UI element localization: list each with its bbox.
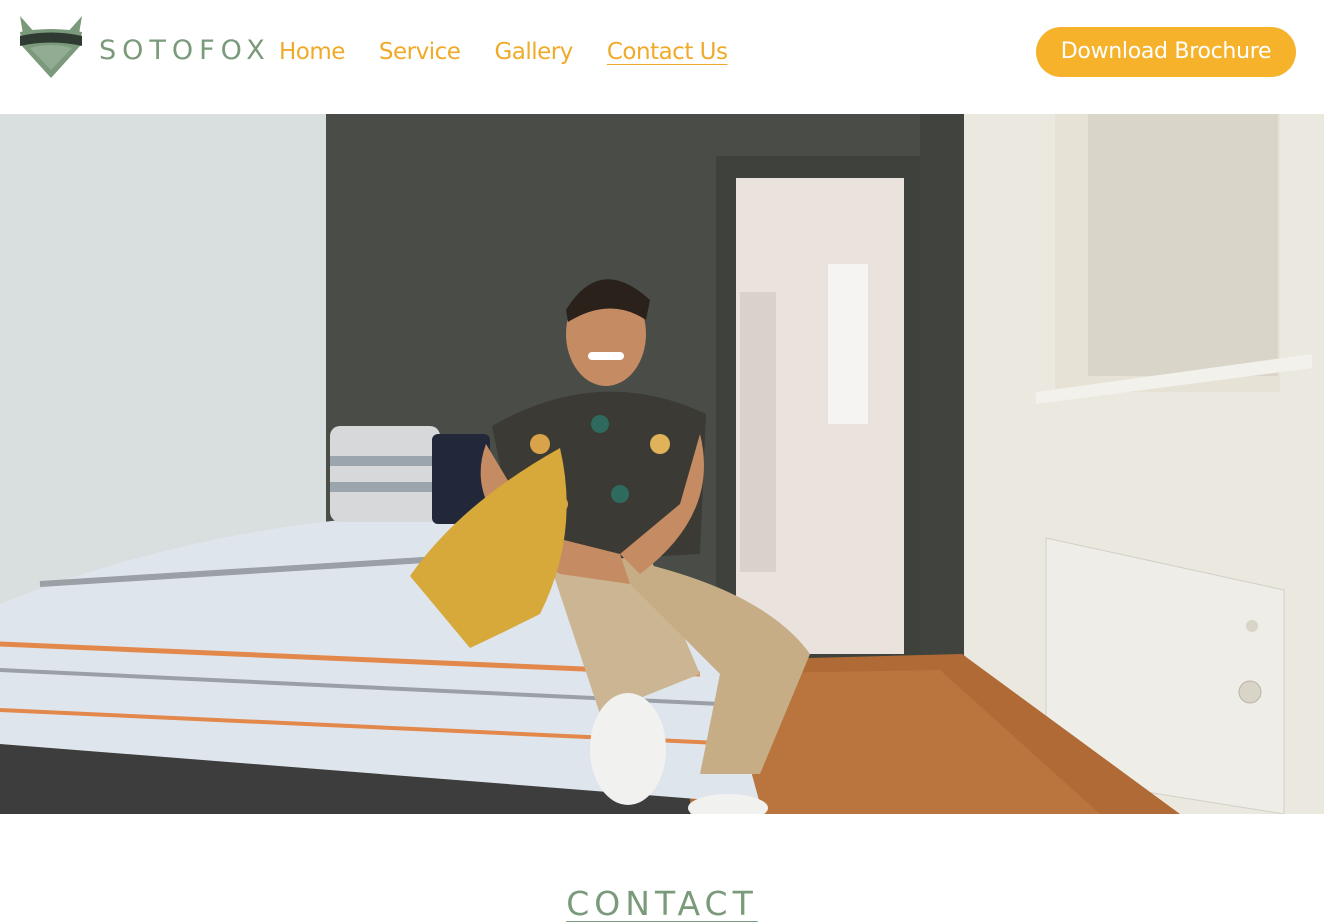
contact-heading: CONTACT [0,884,1324,924]
hero-photo [0,114,1324,814]
nav-gallery[interactable]: Gallery [494,36,573,68]
brand-name[interactable]: SOTOFOX [99,34,271,68]
contact-heading-text: CONTACT [566,884,758,923]
nav-contact-us[interactable]: Contact Us [607,36,728,68]
nav-home[interactable]: Home [279,36,345,68]
hero-image [0,114,1324,814]
fox-logo-icon[interactable] [16,14,86,80]
site-header: SOTOFOX Home Service Gallery Contact Us … [0,0,1324,114]
nav-service[interactable]: Service [379,36,461,68]
download-brochure-button[interactable]: Download Brochure [1036,27,1296,77]
main-nav: Home Service Gallery Contact Us [279,36,728,68]
